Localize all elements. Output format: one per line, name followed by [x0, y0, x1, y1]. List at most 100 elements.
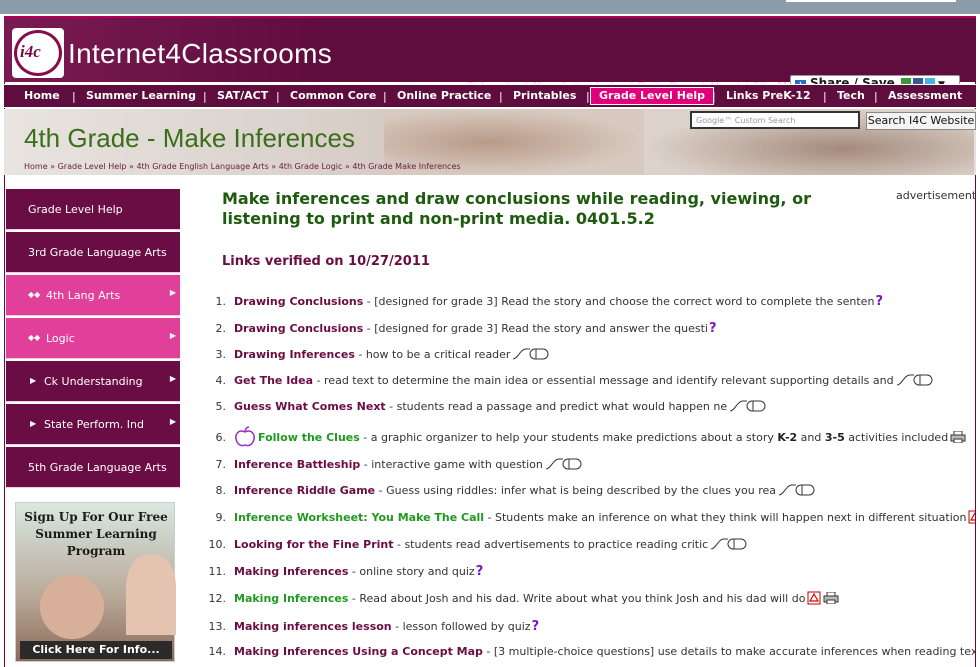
resource-description: - lesson followed by quiz [391, 620, 531, 633]
nav-item[interactable]: SAT/ACT [217, 89, 268, 102]
breadcrumb-link[interactable]: 4th Grade Logic [279, 162, 343, 171]
list-item: 7. Inference Battleship - interactive gam… [200, 458, 975, 478]
mouse-interactive-icon[interactable] [512, 348, 550, 360]
resource-description: - read text to determine the main idea o… [313, 374, 894, 387]
resource-link[interactable]: Inference Battleship [234, 458, 360, 471]
list-item: 6. Follow the Clues - a graphic organizer… [200, 426, 975, 452]
main-nav: Home Summer Learning | SAT/ACT | Common Core |… [4, 84, 976, 108]
list-number: 6. [215, 431, 227, 444]
summer-program-promo[interactable]: Sign Up For Our Free Summer Learning Pro… [15, 502, 176, 662]
list-number: 3. [215, 348, 227, 361]
breadcrumb-link[interactable]: Grade Level Help [58, 162, 127, 171]
resource-description: - Read about Josh and his dad. Write abo… [348, 592, 806, 605]
bullet-icon: ◆◆ [28, 333, 41, 342]
resource-description: - interactive game with question [360, 458, 543, 471]
top-strip-box [786, 0, 956, 2]
resource-link[interactable]: Looking for the Fine Print [234, 538, 393, 551]
printer-icon[interactable] [950, 431, 966, 443]
browser-top-strip [0, 0, 980, 14]
resource-link[interactable]: Drawing Conclusions [234, 322, 363, 335]
list-item: 13. Making inferences lesson - lesson fol… [200, 619, 975, 639]
breadcrumb-separator: » [126, 162, 137, 171]
printer-icon[interactable] [823, 592, 839, 604]
resource-link[interactable]: Inference Riddle Game [234, 484, 375, 497]
promo-photo [126, 555, 176, 635]
resource-link[interactable]: Drawing Inferences [234, 348, 355, 361]
resource-description: - [designed for grade 3] Read the story … [363, 322, 708, 335]
search-button[interactable]: Search I4C Website [866, 112, 976, 130]
breadcrumb-link[interactable]: Home [24, 162, 48, 171]
resource-link[interactable]: Drawing Conclusions [234, 295, 363, 308]
pdf-icon[interactable] [968, 510, 975, 524]
nav-item[interactable]: Links PreK-12 [726, 89, 811, 102]
help-question-icon[interactable]: ? [709, 321, 717, 336]
list-number: 1. [215, 295, 227, 308]
apple-icon [235, 426, 255, 447]
sidebar-item[interactable]: Grade Level Help [6, 189, 180, 230]
sidebar-item[interactable]: ▶ Ck Understanding ▶ [6, 361, 180, 402]
sidebar-item[interactable]: ◆◆ Logic ▶ [6, 318, 180, 359]
breadcrumb-link[interactable]: 4th Grade Make Inferences [352, 162, 460, 171]
mouse-interactive-icon[interactable] [710, 538, 748, 550]
resource-link[interactable]: Get The Idea [234, 374, 313, 387]
bullet-icon: ▶ [30, 419, 37, 428]
nav-item[interactable]: Printables [513, 89, 576, 102]
list-number: 12. [208, 592, 227, 605]
resource-link[interactable]: Making Inferences [234, 592, 348, 605]
chevron-right-icon: ▶ [169, 374, 176, 383]
list-item: 1. Drawing Conclusions - [designed for gr… [200, 294, 975, 314]
nav-separator: | [383, 90, 387, 103]
nav-item[interactable]: Common Core [290, 89, 376, 102]
list-number: 9. [215, 511, 227, 524]
resource-link[interactable]: Making inferences lesson [234, 620, 392, 633]
sidebar-item-label: 5th Grade Language Arts [28, 461, 167, 474]
main-heading: Make inferences and draw conclusions whi… [222, 189, 811, 228]
nav-item[interactable]: Summer Learning [86, 89, 196, 102]
sidebar-item[interactable]: 5th Grade Language Arts [6, 447, 180, 488]
resource-description: - students read a passage and predict wh… [385, 400, 728, 413]
mouse-interactive-icon[interactable] [896, 374, 934, 386]
sidebar-item[interactable]: ▶ State Perform. Ind ▶ [6, 404, 180, 445]
nav-separator: | [72, 90, 76, 103]
resource-link[interactable]: Making Inferences Using a Concept Map [234, 645, 483, 658]
nav-item[interactable]: Tech [837, 89, 865, 102]
help-question-icon[interactable]: ? [476, 564, 484, 579]
nav-item[interactable]: Assessment [888, 89, 962, 102]
mouse-interactive-icon[interactable] [545, 458, 583, 470]
breadcrumb-link[interactable]: 4th Grade English Language Arts [136, 162, 268, 171]
mouse-interactive-icon[interactable] [778, 484, 816, 496]
sidebar-item[interactable]: ◆◆ 4th Lang Arts ▶ [6, 275, 180, 316]
sidebar-item[interactable]: 3rd Grade Language Arts [6, 232, 180, 273]
resource-link[interactable]: Follow the Clues [258, 431, 360, 444]
site-logo[interactable]: i4c [12, 28, 64, 78]
resource-description: - students read advertisements to practi… [393, 538, 709, 551]
list-item: 14. Making Inferences Using a Concept Map… [200, 645, 976, 665]
sidebar-item-label: Grade Level Help [28, 203, 123, 216]
nav-item[interactable]: Grade Level Help [590, 87, 715, 105]
promo-cta[interactable]: Click Here For Info... [20, 641, 172, 659]
pdf-icon[interactable] [807, 591, 821, 605]
title-grade: 4th Grade [24, 123, 140, 153]
resource-link[interactable]: Making Inferences [234, 565, 348, 578]
resource-description: - [3 multiple-choice questions] use deta… [482, 645, 975, 658]
bullet-icon: ◆◆ [28, 290, 41, 299]
help-question-icon[interactable]: ? [532, 619, 540, 634]
resource-link[interactable]: Guess What Comes Next [234, 400, 386, 413]
site-header: i4c Internet4Classrooms Subscribe|Newsle… [4, 16, 976, 93]
search-input[interactable]: Google™ Custom Search [690, 111, 860, 129]
list-number: 13. [208, 620, 227, 633]
nav-item[interactable]: Online Practice [397, 89, 491, 102]
resource-description: - Students make an inference on what the… [484, 511, 967, 524]
list-item: 8. Inference Riddle Game - Guess using ri… [200, 484, 975, 504]
site-name[interactable]: Internet4Classrooms [68, 38, 332, 70]
nav-item[interactable]: Home [24, 89, 60, 102]
title-separator: - [139, 123, 163, 153]
resource-description: - a graphic organizer to help your stude… [359, 431, 778, 444]
resource-link[interactable]: Inference Worksheet: You Make The Call [234, 511, 484, 524]
nav-separator: | [499, 90, 503, 103]
help-question-icon[interactable]: ? [875, 294, 883, 309]
mouse-interactive-icon[interactable] [729, 400, 767, 412]
resource-description: - how to be a critical reader [354, 348, 511, 361]
sidebar-item-label: Ck Understanding [44, 375, 143, 388]
links-verified: Links verified on 10/27/2011 [222, 254, 430, 269]
